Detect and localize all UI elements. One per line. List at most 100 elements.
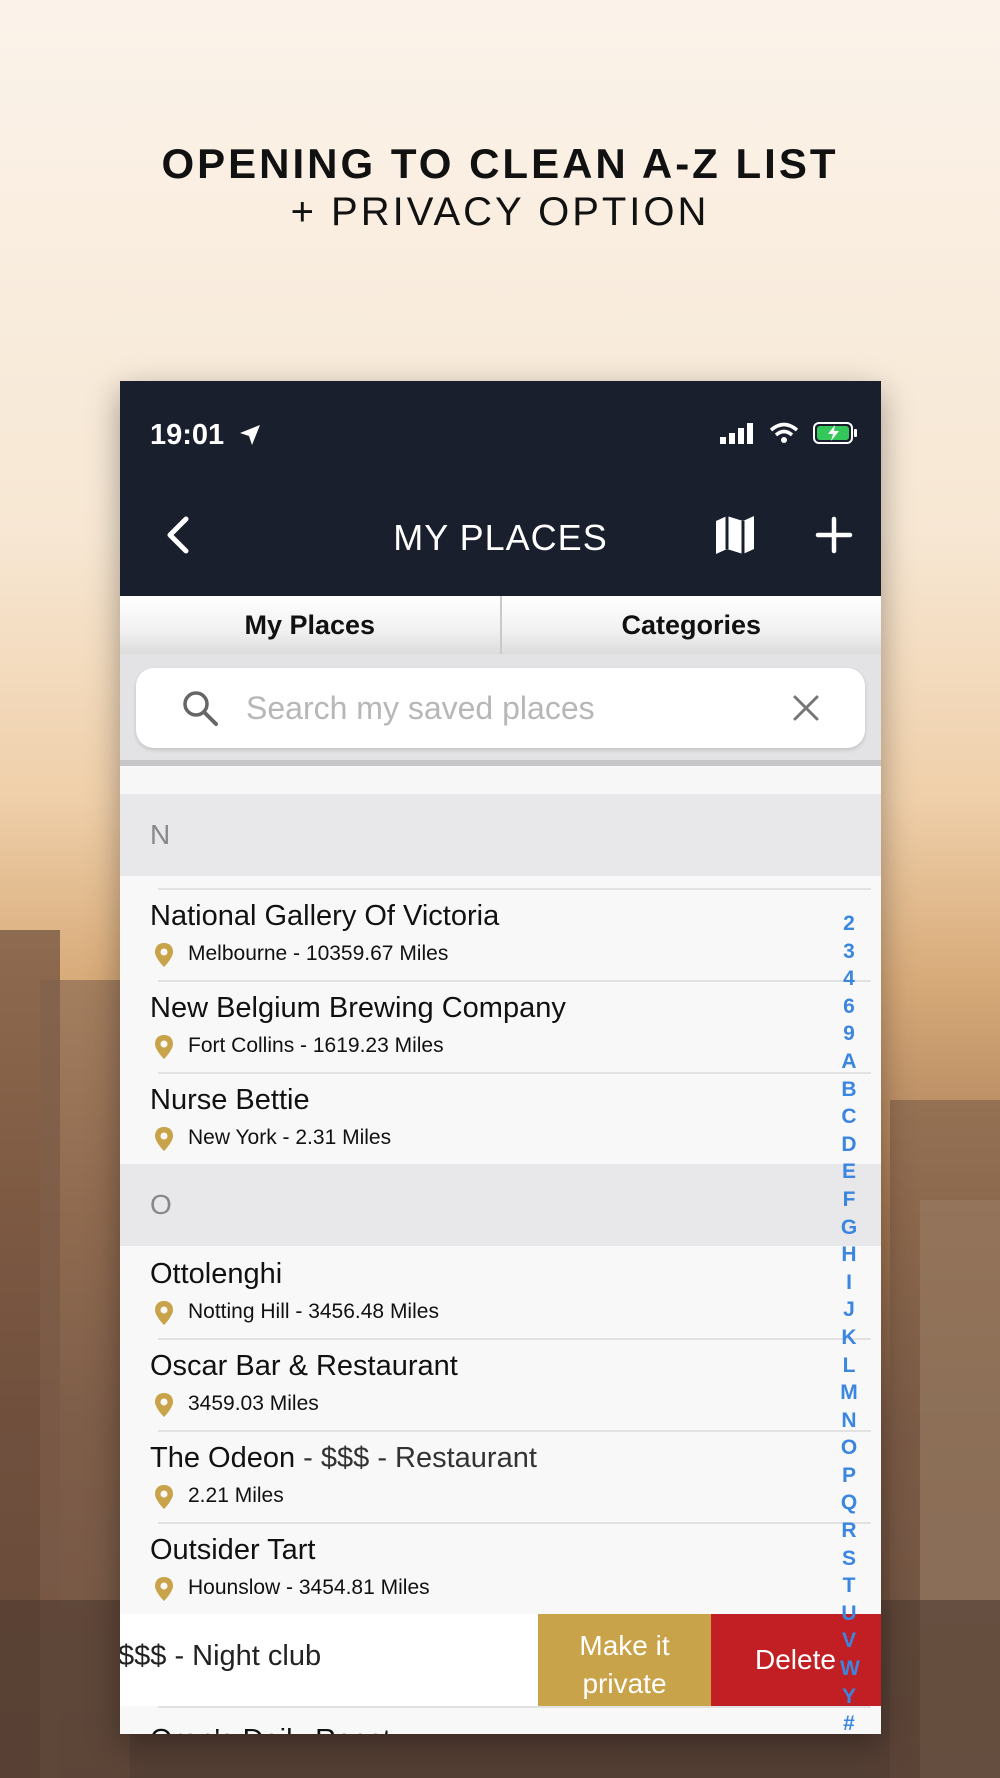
add-place-icon[interactable] bbox=[814, 515, 854, 555]
place-name: Outsider Tart bbox=[150, 1534, 315, 1567]
index-letter[interactable]: Y bbox=[840, 1683, 858, 1711]
row-divider bbox=[158, 888, 871, 890]
promo-caption: OPENING TO CLEAN A-Z LIST + PRIVACY OPTI… bbox=[0, 140, 1000, 235]
index-letter[interactable]: 6 bbox=[840, 993, 858, 1021]
index-letter[interactable]: R bbox=[840, 1517, 858, 1545]
list-item[interactable]: Oscar Bar & Restaurant 3459.03 Miles bbox=[120, 1338, 881, 1430]
search-icon bbox=[183, 691, 218, 726]
promo-line-2: + PRIVACY OPTION bbox=[290, 190, 710, 234]
index-letter[interactable]: H bbox=[840, 1241, 858, 1269]
index-letter[interactable]: Q bbox=[840, 1489, 858, 1517]
place-name: Ottolenghi bbox=[150, 1258, 282, 1291]
map-icon[interactable] bbox=[712, 513, 758, 557]
place-title: Outsider Tart bbox=[150, 1534, 316, 1566]
place-location-distance: Melbourne - 10359.67 Miles bbox=[188, 942, 449, 965]
page-title: MY PLACES bbox=[393, 517, 608, 558]
list-item[interactable]: Outsider Tart Hounslow - 3454.81 Miles bbox=[120, 1522, 881, 1614]
location-pin-icon bbox=[155, 943, 173, 967]
index-letter[interactable]: L bbox=[840, 1352, 858, 1380]
index-letter[interactable]: 4 bbox=[840, 965, 858, 993]
place-location-distance: 3459.03 Miles bbox=[188, 1392, 319, 1415]
index-letter[interactable]: O bbox=[840, 1434, 858, 1462]
list-item[interactable]: The Odeon - $$$ - Restaurant 2.21 Miles bbox=[120, 1430, 881, 1522]
row-divider bbox=[158, 1706, 871, 1708]
list-item[interactable]: Ottolenghi Notting Hill - 3456.48 Miles bbox=[120, 1246, 881, 1338]
alphabet-index[interactable]: 2 3 4 6 9 A B C D E F G H I J K L M N O P Q R S T U V W Y # bbox=[840, 910, 860, 1734]
location-pin-icon bbox=[155, 1301, 173, 1325]
index-letter[interactable]: N bbox=[840, 1407, 858, 1435]
index-letter[interactable]: B bbox=[840, 1076, 858, 1104]
index-letter[interactable]: C bbox=[840, 1103, 858, 1131]
search-box bbox=[136, 668, 865, 748]
swiped-item-text: $$$ - Night club bbox=[120, 1640, 322, 1672]
index-letter[interactable]: M bbox=[840, 1379, 858, 1407]
place-name: New Belgium Brewing Company bbox=[150, 992, 566, 1025]
navigation-bar: 19:01 MY PLACES bbox=[120, 381, 881, 596]
place-name: Nurse Bettie bbox=[150, 1084, 310, 1117]
place-location-distance: Fort Collins - 1619.23 Miles bbox=[188, 1034, 444, 1057]
index-letter[interactable]: # bbox=[840, 1710, 858, 1734]
phone-screen: 19:01 MY PLACES My Places Categories Sea… bbox=[120, 381, 881, 1734]
place-name: Oscar Bar & Restaurant bbox=[150, 1350, 458, 1383]
section-spacer bbox=[120, 876, 881, 888]
location-pin-icon bbox=[155, 1485, 173, 1509]
location-arrow-icon bbox=[240, 425, 261, 445]
row-divider bbox=[158, 1430, 871, 1432]
index-letter[interactable]: J bbox=[840, 1296, 858, 1324]
location-pin-icon bbox=[155, 1577, 173, 1601]
index-letter[interactable]: A bbox=[840, 1048, 858, 1076]
index-letter[interactable]: W bbox=[840, 1655, 860, 1683]
index-letter[interactable]: I bbox=[840, 1269, 858, 1297]
place-price-category: - $$$ - Restaurant bbox=[295, 1442, 537, 1474]
place-name: Oren's Daily Roast bbox=[150, 1724, 391, 1734]
status-icons bbox=[710, 421, 859, 445]
index-letter[interactable]: 9 bbox=[840, 1020, 858, 1048]
signal-icon bbox=[720, 423, 754, 444]
location-pin-icon bbox=[155, 1127, 173, 1151]
index-letter[interactable]: U bbox=[840, 1600, 858, 1628]
clear-icon[interactable] bbox=[792, 694, 820, 722]
tab-categories[interactable]: Categories bbox=[499, 596, 881, 654]
index-letter[interactable]: S bbox=[840, 1545, 858, 1573]
index-letter[interactable]: P bbox=[840, 1462, 858, 1490]
index-letter[interactable]: G bbox=[840, 1214, 858, 1242]
wifi-icon bbox=[769, 422, 798, 443]
place-title: The Odeon bbox=[150, 1442, 296, 1474]
swiped-list-item[interactable]: $$$ - Night club Make it private Delete bbox=[120, 1614, 881, 1706]
index-letter[interactable]: 3 bbox=[840, 938, 858, 966]
battery-icon bbox=[813, 422, 857, 444]
tab-my-places[interactable]: My Places bbox=[120, 596, 500, 654]
index-letter[interactable]: D bbox=[840, 1131, 858, 1159]
promo-line-1: OPENING TO CLEAN A-Z LIST bbox=[161, 140, 839, 187]
index-letter[interactable]: E bbox=[840, 1158, 858, 1186]
place-location-distance: 2.21 Miles bbox=[188, 1484, 284, 1507]
make-private-line1: Make it bbox=[579, 1630, 670, 1661]
place-location-distance: Hounslow - 3454.81 Miles bbox=[188, 1576, 430, 1599]
index-letter[interactable]: V bbox=[840, 1627, 858, 1655]
place-title: Oscar Bar & Restaurant bbox=[150, 1350, 458, 1382]
list-item[interactable]: Oren's Daily Roast bbox=[120, 1706, 881, 1734]
index-letter[interactable]: K bbox=[840, 1324, 858, 1352]
index-letter[interactable]: 2 bbox=[840, 910, 858, 938]
location-pin-icon bbox=[155, 1393, 173, 1417]
section-header-o: O bbox=[120, 1164, 881, 1246]
place-location-distance: New York - 2.31 Miles bbox=[188, 1126, 392, 1149]
segmented-tabs: My Places Categories bbox=[120, 596, 881, 654]
list-item[interactable]: Nurse Bettie New York - 2.31 Miles bbox=[120, 1072, 881, 1164]
search-input[interactable] bbox=[246, 682, 766, 734]
make-private-button[interactable]: Make it private bbox=[538, 1614, 711, 1706]
status-bar-time: 19:01 bbox=[150, 419, 262, 452]
list-item[interactable]: National Gallery Of Victoria Melbourne -… bbox=[120, 888, 881, 980]
make-private-line2: private bbox=[582, 1668, 667, 1699]
time-label: 19:01 bbox=[150, 419, 225, 451]
row-divider bbox=[158, 1338, 871, 1340]
list-item[interactable]: New Belgium Brewing Company Fort Collins… bbox=[120, 980, 881, 1072]
place-title: Nurse Bettie bbox=[150, 1084, 310, 1116]
place-name: National Gallery Of Victoria bbox=[150, 900, 499, 933]
index-letter[interactable]: T bbox=[840, 1572, 858, 1600]
place-title: Ottolenghi bbox=[150, 1258, 283, 1290]
search-bar-container bbox=[120, 654, 881, 766]
section-header-n: N bbox=[120, 794, 881, 876]
index-letter[interactable]: F bbox=[840, 1186, 858, 1214]
row-divider bbox=[158, 1522, 871, 1524]
